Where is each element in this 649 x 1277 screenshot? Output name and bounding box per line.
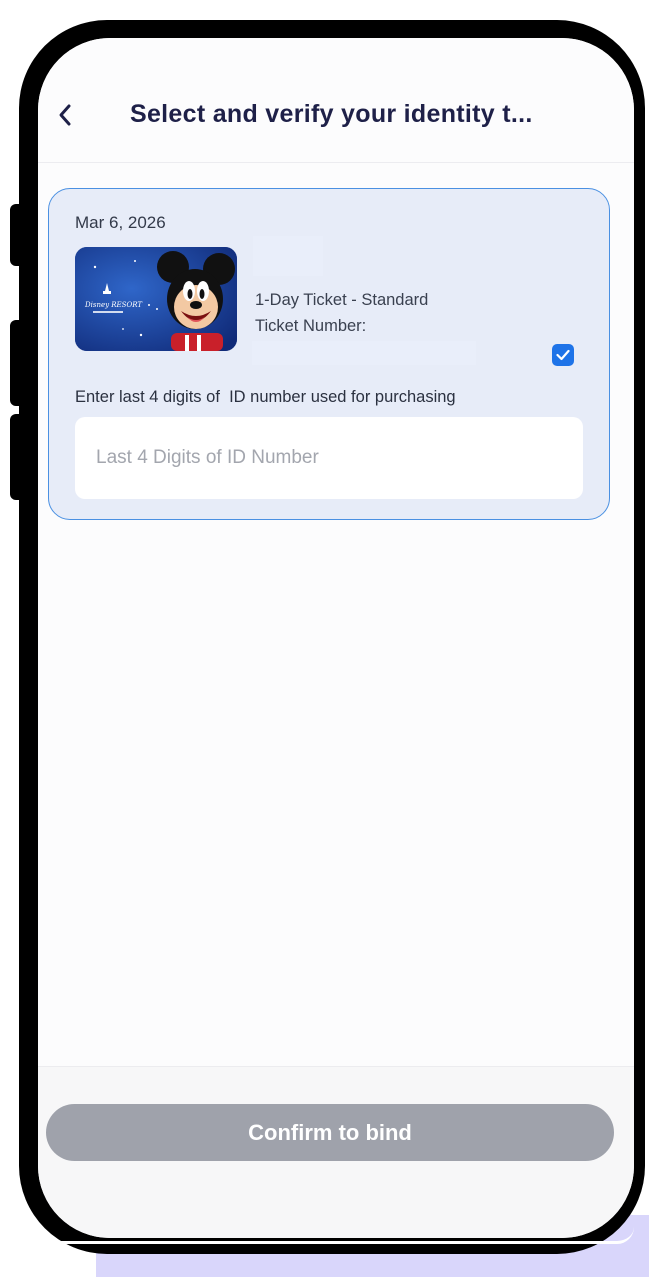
redacted-area [253, 236, 323, 276]
redacted-ticket-number [252, 341, 476, 365]
back-button[interactable] [52, 102, 78, 128]
checkmark-icon [556, 349, 570, 361]
id-digits-label: Enter last 4 digits of ID number used fo… [75, 388, 456, 406]
ticket-name: 1-Day Ticket - Standard [255, 291, 429, 309]
app-screen: Select and verify your identity t... Mar… [38, 38, 634, 1238]
svg-text:Disney RESORT: Disney RESORT [84, 301, 143, 309]
top-bar: Select and verify your identity t... [38, 38, 634, 163]
screen-edge [38, 1227, 634, 1244]
ticket-thumbnail: Disney RESORT [75, 247, 237, 351]
ticket-select-checkbox[interactable] [552, 344, 574, 366]
ticket-number-label: Ticket Number: [255, 317, 367, 335]
confirm-bind-button[interactable]: Confirm to bind [46, 1104, 614, 1161]
page-title: Select and verify your identity t... [130, 100, 533, 128]
id-last-digits-input[interactable] [75, 417, 583, 499]
chevron-left-icon [59, 104, 71, 126]
ticket-card[interactable]: Mar 6, 2026 Disney RESORT 1-Day Ticket -… [48, 188, 610, 520]
ticket-date: Mar 6, 2026 [75, 213, 166, 232]
